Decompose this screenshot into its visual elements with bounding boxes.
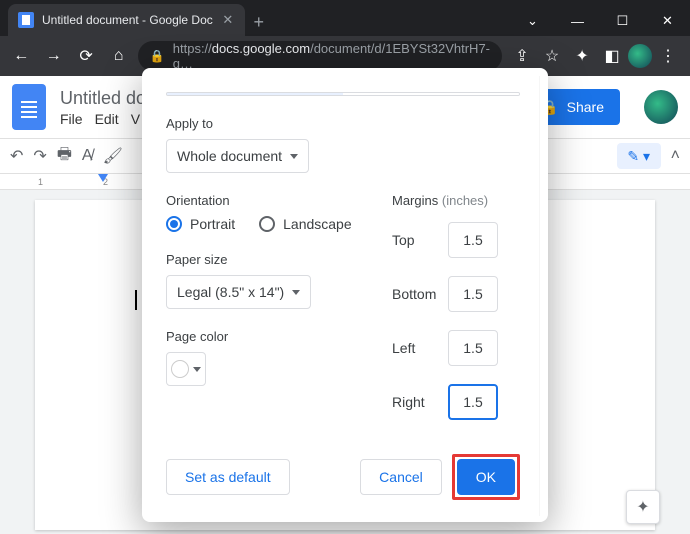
margin-right-label: Right: [392, 394, 448, 410]
orientation-landscape-radio[interactable]: Landscape: [259, 216, 352, 232]
docs-favicon: [18, 12, 34, 28]
lock-icon: 🔒: [150, 49, 165, 63]
account-avatar[interactable]: [644, 90, 678, 124]
indent-marker-icon[interactable]: [98, 174, 108, 182]
close-icon[interactable]: ✕: [221, 13, 235, 27]
dialog-scrollbar[interactable]: [539, 76, 540, 516]
page-setup-dialog: Pages Pageless Apply to Whole document O…: [142, 68, 548, 522]
share-label: Share: [567, 99, 604, 115]
margins-label: Margins: [392, 193, 438, 208]
margins-unit: (inches): [442, 193, 488, 208]
ruler-tick: 1: [38, 177, 43, 187]
apply-to-label: Apply to: [166, 116, 520, 131]
window-controls: ⌄ — ☐ ✕: [510, 6, 690, 36]
home-button[interactable]: ⌂: [105, 42, 131, 70]
portrait-label: Portrait: [190, 216, 235, 232]
margin-bottom-input[interactable]: [448, 276, 498, 312]
set-as-default-button[interactable]: Set as default: [166, 459, 290, 495]
redo-icon[interactable]: ↷: [33, 146, 46, 166]
margin-left-label: Left: [392, 340, 448, 356]
margin-left-input[interactable]: [448, 330, 498, 366]
profile-avatar[interactable]: [628, 44, 652, 68]
page-color-dropdown[interactable]: [166, 352, 206, 386]
caret-down-icon: [193, 367, 201, 372]
paper-size-dropdown[interactable]: Legal (8.5" x 14"): [166, 275, 311, 309]
forward-button[interactable]: →: [40, 42, 66, 70]
orientation-portrait-radio[interactable]: Portrait: [166, 216, 235, 232]
sidepanel-icon[interactable]: ◧: [598, 42, 626, 70]
tab-pageless[interactable]: Pageless: [343, 93, 519, 96]
menu-view[interactable]: V: [131, 111, 140, 127]
bookmark-icon[interactable]: ☆: [538, 42, 566, 70]
docs-logo-icon[interactable]: [12, 84, 46, 130]
print-icon[interactable]: 🖶: [57, 143, 72, 170]
chevron-up-icon[interactable]: ˄: [671, 147, 680, 165]
apply-to-dropdown[interactable]: Whole document: [166, 139, 309, 173]
caret-down-icon: [292, 290, 300, 295]
minimize-button[interactable]: —: [555, 6, 600, 36]
menu-file[interactable]: File: [60, 111, 83, 127]
caret-down-icon: [290, 154, 298, 159]
apply-to-value: Whole document: [177, 148, 282, 164]
cancel-button[interactable]: Cancel: [360, 459, 442, 495]
browser-titlebar: Untitled document - Google Doc ✕ + ⌄ — ☐…: [0, 0, 690, 36]
paper-size-label: Paper size: [166, 252, 366, 267]
address-bar[interactable]: 🔒 https://docs.google.com/document/d/1EB…: [138, 41, 502, 71]
editing-mode-button[interactable]: ✎ ▾: [617, 143, 661, 169]
orientation-label: Orientation: [166, 193, 366, 208]
docs-menubar: File Edit V: [60, 111, 146, 127]
page-color-label: Page color: [166, 329, 366, 344]
reload-button[interactable]: ⟳: [73, 42, 99, 70]
browser-tab[interactable]: Untitled document - Google Doc ✕: [8, 4, 245, 36]
color-swatch: [171, 360, 189, 378]
margin-right-input[interactable]: [448, 384, 498, 420]
tab-title: Untitled document - Google Doc: [42, 13, 213, 27]
back-button[interactable]: ←: [8, 42, 34, 70]
paint-format-icon[interactable]: 🖌: [103, 146, 123, 166]
explore-button[interactable]: ✦: [626, 490, 660, 524]
text-cursor: [135, 290, 137, 310]
kebab-menu-icon[interactable]: ⋮: [654, 42, 682, 70]
ok-button[interactable]: OK: [457, 459, 515, 495]
close-button[interactable]: ✕: [645, 6, 690, 36]
dialog-tabs: Pages Pageless: [166, 92, 520, 96]
document-title[interactable]: Untitled do: [60, 88, 146, 109]
url-host: docs.google.com: [212, 41, 310, 56]
margin-bottom-label: Bottom: [392, 286, 448, 302]
share-url-icon[interactable]: ⇪: [508, 42, 536, 70]
margin-top-label: Top: [392, 232, 448, 248]
ok-highlight: OK: [452, 454, 520, 500]
margin-top-input[interactable]: [448, 222, 498, 258]
maximize-button[interactable]: ☐: [600, 6, 645, 36]
tab-pages[interactable]: Pages: [167, 93, 343, 96]
paper-size-value: Legal (8.5" x 14"): [177, 284, 284, 300]
menu-edit[interactable]: Edit: [95, 111, 119, 127]
chevron-down-icon[interactable]: ⌄: [510, 6, 555, 36]
landscape-label: Landscape: [283, 216, 352, 232]
spellcheck-icon[interactable]: A̸: [82, 147, 93, 165]
extensions-icon[interactable]: ✦: [568, 42, 596, 70]
url-scheme: https://: [173, 41, 212, 56]
new-tab-button[interactable]: +: [245, 8, 273, 36]
undo-icon[interactable]: ↶: [10, 146, 23, 166]
